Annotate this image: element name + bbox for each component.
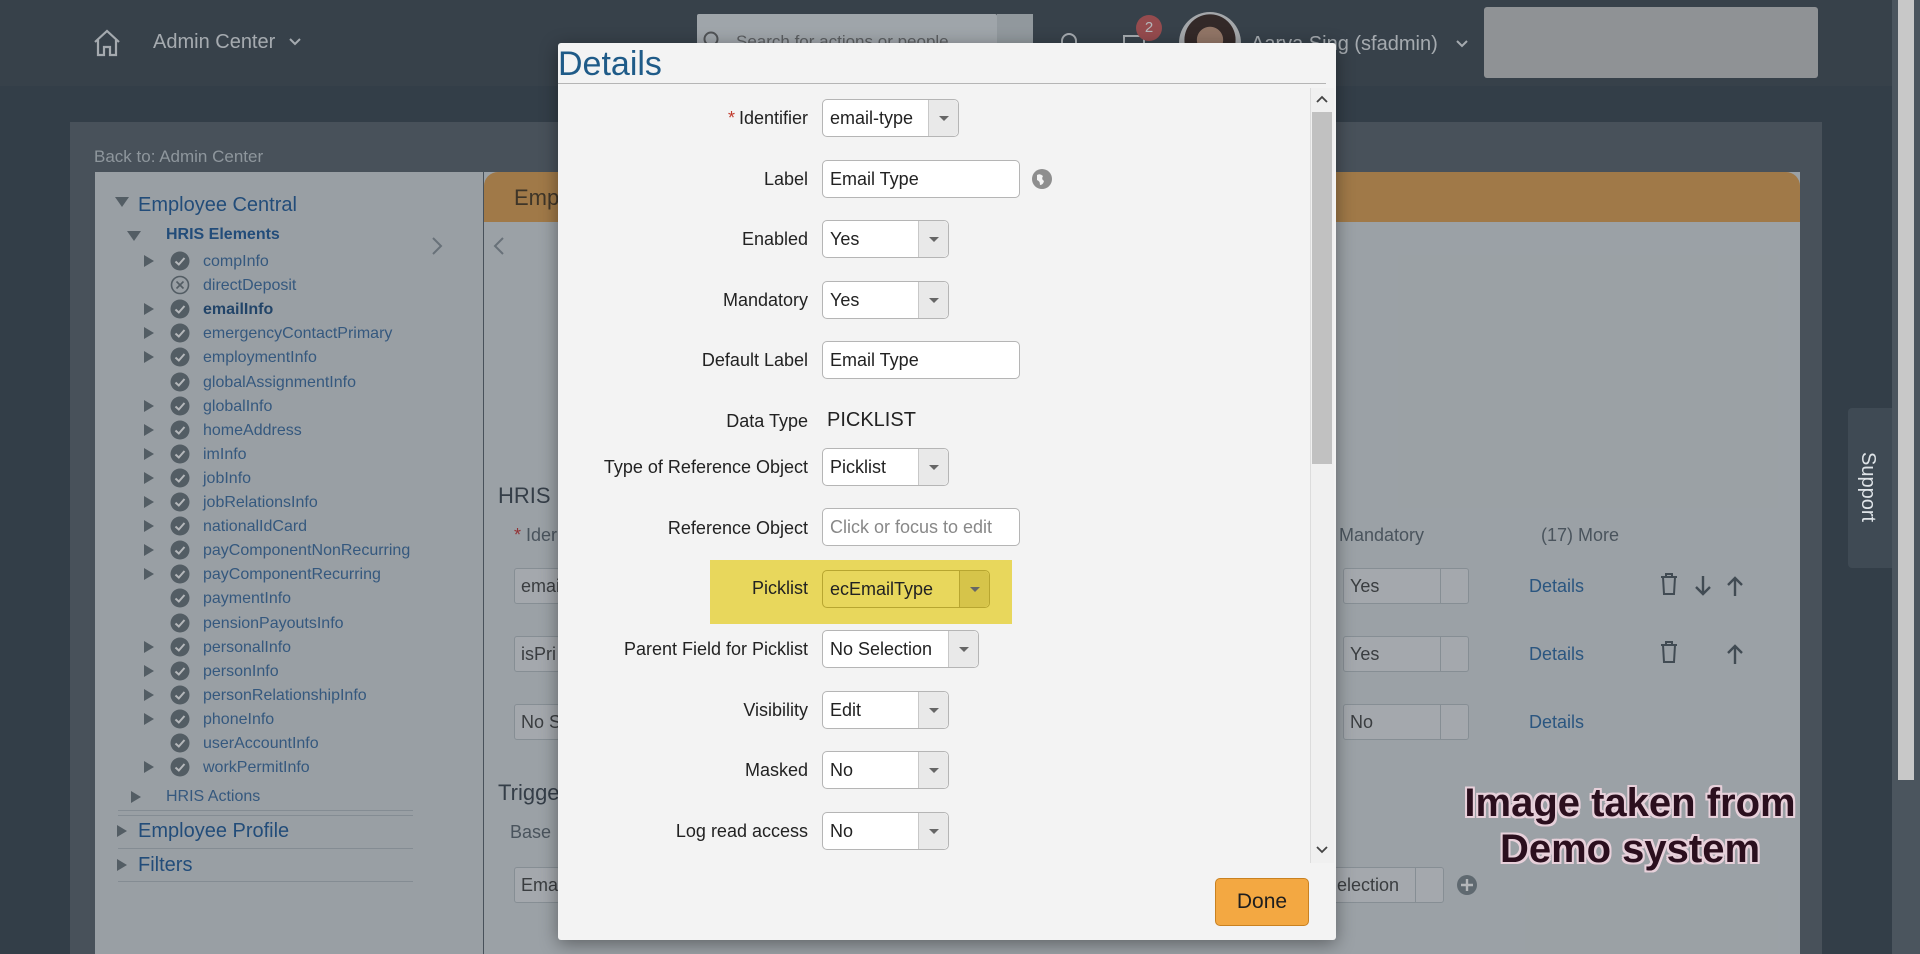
enabled-select[interactable]: Yes [822,220,949,258]
label-label: Label [763,169,808,189]
reference-object-input[interactable]: Click or focus to edit [822,508,1020,546]
label-input[interactable]: Email Type [822,160,1020,198]
done-button[interactable]: Done [1215,878,1309,926]
watermark-line-2: Demo system [1499,827,1761,871]
picklist-highlight-wrapper: ecEmailType [710,560,1012,624]
dialog-divider [558,83,1326,84]
log-read-access-select[interactable]: No [822,812,949,850]
masked-label: Masked [744,760,808,780]
type-of-reference-object-select[interactable]: Picklist [822,448,949,486]
chevron-down-icon[interactable] [1313,841,1331,859]
parent-field-label: Parent Field for Picklist [623,639,808,659]
masked-select[interactable]: No [822,751,949,789]
support-label[interactable]: Support [1856,452,1879,522]
dialog-scrollbar-thumb[interactable] [1312,112,1332,464]
visibility-label: Visibility [743,700,808,720]
identifier-select[interactable]: email-type [822,99,959,137]
watermark: Image taken from Demo system [1460,780,1800,872]
enabled-label: Enabled [741,229,808,249]
mandatory-label: Mandatory [722,290,808,310]
watermark-line-1: Image taken from [1464,781,1796,825]
chevron-up-icon[interactable] [1313,90,1331,108]
default-label-label: Default Label [701,350,808,370]
translate-globe-icon[interactable] [1031,168,1053,190]
dialog-title: Details [558,45,662,83]
page-scrollbar-thumb[interactable] [1898,0,1914,780]
reference-object-label: Reference Object [667,518,808,538]
data-type-label: Data Type [726,411,808,431]
parent-field-select[interactable]: No Selection [822,630,979,668]
type-of-reference-object-label: Type of Reference Object [603,457,808,477]
log-read-access-label: Log read access [675,821,808,841]
mandatory-select[interactable]: Yes [822,281,949,319]
picklist-select[interactable]: ecEmailType [822,570,990,608]
default-label-input[interactable]: Email Type [822,341,1020,379]
data-type-value: PICKLIST [827,409,916,431]
visibility-select[interactable]: Edit [822,691,949,729]
identifier-label: * Identifier [727,108,808,128]
